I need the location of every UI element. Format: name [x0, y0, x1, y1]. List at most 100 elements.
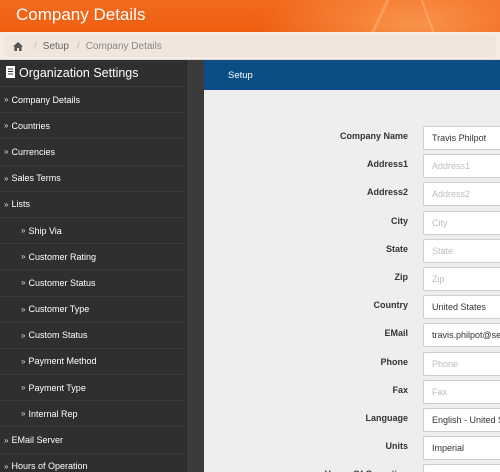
sidebar-item-label: Customer Status	[28, 277, 96, 288]
panel-header: Setup	[204, 60, 500, 90]
breadcrumb-item-current: Company Details	[85, 40, 162, 52]
field-label: Country	[373, 300, 409, 311]
document-icon	[6, 65, 15, 81]
sidebar-item-label: Payment Method	[28, 356, 97, 367]
form-row: Fax	[204, 378, 500, 406]
sidebar-item-customer-rating[interactable]: » Customer Rating	[0, 244, 186, 271]
state-input[interactable]	[423, 238, 500, 263]
field-label: EMail	[384, 328, 408, 339]
sidebar-item-label: Lists	[11, 199, 30, 210]
sidebar-item-lists[interactable]: » Lists	[0, 192, 186, 218]
address2-input[interactable]	[423, 182, 500, 207]
sidebar-item-label: Currencies	[11, 146, 55, 157]
sidebar-item-label: Countries	[11, 120, 50, 131]
form-row: EMail	[204, 321, 500, 349]
chevron-right-double-icon: »	[4, 461, 9, 471]
sidebar-item-currencies[interactable]: » Currencies	[0, 139, 186, 166]
form-row: Address1	[204, 152, 500, 180]
sidebar-item-label: Sales Terms	[11, 173, 61, 184]
field-label: Fax	[392, 384, 408, 395]
breadcrumb: / Setup / Company Details	[4, 35, 496, 57]
country-input[interactable]	[423, 295, 500, 320]
breadcrumb-bar: / Setup / Company Details	[0, 32, 500, 60]
main-panel: Setup Company Name Address1 Address2 City St…	[204, 60, 500, 472]
form-row: Phone	[204, 350, 500, 378]
email-input[interactable]	[423, 323, 500, 348]
chevron-right-double-icon: »	[21, 252, 26, 262]
sidebar-item-label: EMail Server	[11, 435, 63, 446]
field-label: Address2	[366, 187, 408, 198]
sidebar-item-countries[interactable]: » Countries	[0, 113, 186, 140]
chevron-right-double-icon: »	[4, 95, 9, 105]
field-label: Language	[365, 413, 408, 423]
field-label: Address1	[366, 159, 408, 170]
sidebar-item-sales-terms[interactable]: » Sales Terms	[0, 166, 186, 192]
breadcrumb-item-setup[interactable]: Setup	[43, 41, 69, 52]
home-icon[interactable]	[10, 38, 26, 54]
sidebar-item-label: Ship Via	[28, 225, 62, 236]
chevron-right-double-icon: »	[4, 173, 9, 183]
chevron-right-double-icon: »	[21, 330, 26, 340]
zip-input[interactable]	[423, 267, 500, 291]
chevron-right-double-icon: »	[21, 383, 26, 393]
sidebar-item-label: Customer Type	[28, 304, 90, 315]
sidebar-item-label: Hours of Operation	[11, 461, 88, 472]
sidebar-item-label: Custom Status	[28, 330, 88, 341]
sidebar-item-label: Customer Rating	[28, 251, 96, 262]
sidebar-item-label: Internal Rep	[28, 408, 78, 419]
phone-input[interactable]	[423, 351, 500, 376]
app-header: Company Details	[0, 0, 500, 32]
field-label: Zip	[394, 272, 409, 282]
chevron-right-double-icon: »	[4, 147, 9, 157]
sidebar-item-custom-status[interactable]: » Custom Status	[0, 323, 186, 349]
city-input[interactable]	[423, 210, 500, 235]
field-label: State	[385, 243, 408, 254]
sidebar-title-label: Organization Settings	[19, 66, 139, 80]
company-name-input[interactable]	[423, 126, 500, 150]
form-row: State	[204, 237, 500, 265]
breadcrumb-separator: /	[76, 40, 80, 52]
form-row: Units	[204, 434, 500, 462]
units-input[interactable]	[423, 436, 500, 461]
sidebar-list: » Company Details» Countries» Currencies» Sa…	[0, 87, 186, 472]
hours-of-operation-input[interactable]	[423, 464, 500, 472]
sidebar-item-payment-method[interactable]: » Payment Method	[0, 349, 186, 376]
sidebar-item-ship-via[interactable]: » Ship Via	[0, 218, 186, 245]
sidebar-title: Organization Settings	[0, 60, 186, 87]
form-row: Country	[204, 293, 500, 321]
field-label: Units	[385, 441, 409, 452]
form-row: City	[204, 209, 500, 237]
fax-input[interactable]	[423, 379, 500, 404]
chevron-right-double-icon: »	[4, 435, 9, 445]
sidebar: Organization Settings » Company Details» C…	[0, 60, 186, 472]
chevron-right-double-icon: »	[4, 199, 9, 209]
field-label: Company Name	[339, 131, 408, 141]
panel-title: Setup	[228, 69, 253, 81]
sidebar-item-label: Company Details	[11, 94, 80, 105]
sidebar-item-email-server[interactable]: » EMail Server	[0, 427, 186, 454]
form-row: Hours Of Operation	[204, 462, 500, 472]
form-row: Zip	[204, 265, 500, 293]
chevron-right-double-icon: »	[21, 278, 26, 288]
chevron-right-double-icon: »	[4, 121, 9, 131]
chevron-right-double-icon: »	[21, 304, 26, 314]
chevron-right-double-icon: »	[21, 409, 26, 419]
chevron-right-double-icon: »	[21, 226, 26, 236]
chevron-right-double-icon: »	[21, 356, 26, 366]
sidebar-item-payment-type[interactable]: » Payment Type	[0, 375, 186, 402]
breadcrumb-separator: /	[34, 40, 37, 52]
form-row: Company Name	[204, 124, 500, 152]
address1-input[interactable]	[423, 154, 500, 179]
sidebar-item-internal-rep[interactable]: » Internal Rep	[0, 401, 186, 428]
sidebar-item-customer-type[interactable]: » Customer Type	[0, 297, 186, 323]
sidebar-item-hours-of-operation[interactable]: » Hours of Operation	[0, 454, 186, 472]
field-label: Phone	[380, 356, 408, 367]
form-row: Address2	[204, 180, 500, 208]
field-label: City	[390, 215, 408, 226]
sidebar-item-company-details[interactable]: » Company Details	[0, 87, 186, 114]
language-input[interactable]	[423, 408, 500, 432]
page-title: Company Details	[16, 5, 146, 24]
form-row: Language	[204, 406, 500, 434]
sidebar-scrollbar[interactable]	[186, 60, 204, 472]
sidebar-item-customer-status[interactable]: » Customer Status	[0, 270, 186, 297]
